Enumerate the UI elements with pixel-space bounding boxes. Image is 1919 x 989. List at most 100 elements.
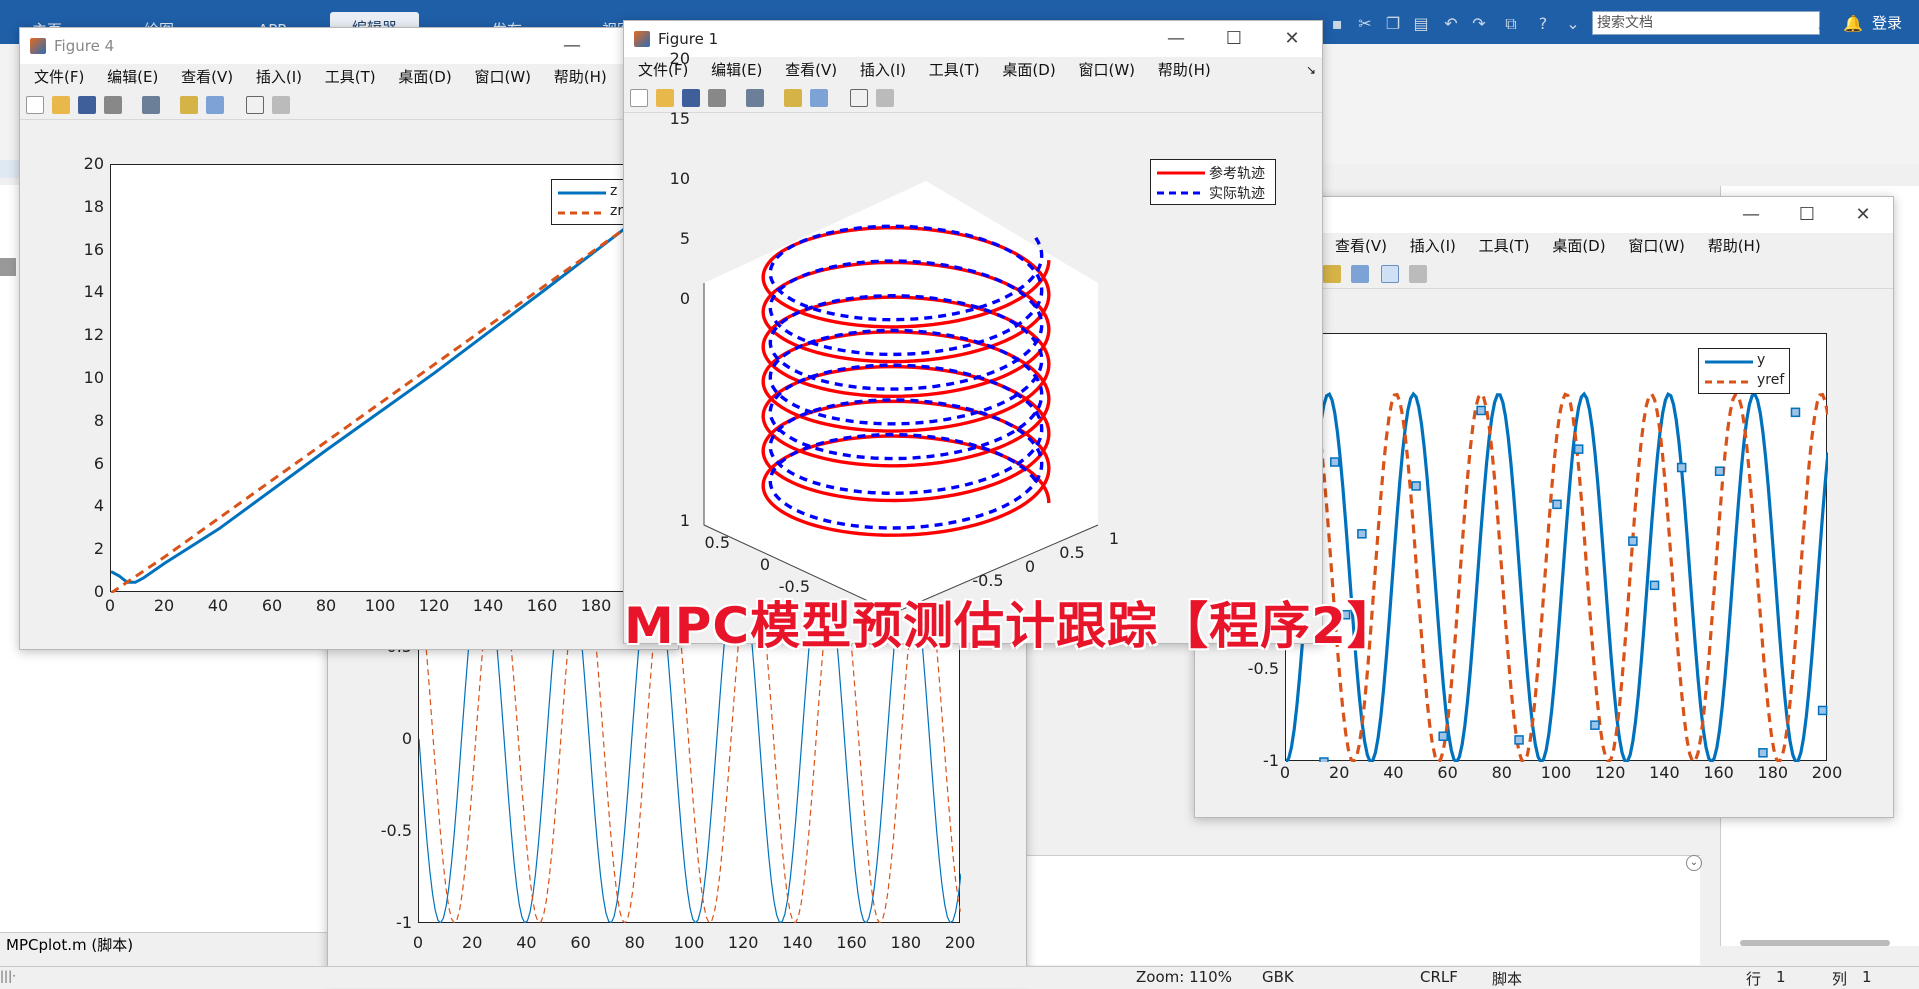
save-icon[interactable] (682, 89, 700, 107)
status-encoding: GBK (1262, 968, 1294, 986)
pointer-icon[interactable] (850, 89, 868, 107)
menu-edit[interactable]: 编辑(E) (107, 64, 158, 90)
property-inspector-icon[interactable] (272, 96, 290, 114)
menu-tools[interactable]: 工具(T) (325, 64, 376, 90)
command-window[interactable] (1000, 855, 1700, 965)
maximize-button[interactable]: ☐ (1795, 203, 1819, 227)
login-button[interactable]: 登录 (1872, 12, 1902, 33)
save-icon[interactable] (78, 96, 96, 114)
property-inspector-icon[interactable] (1409, 265, 1427, 283)
y-tick-label: -1 (396, 913, 412, 932)
copy-icon[interactable]: ❐ (1382, 14, 1404, 34)
chevron-down-icon[interactable]: ⌄ (1686, 855, 1702, 871)
y-tick-label: 16 (83, 239, 104, 259)
x-tick-label: 200 (944, 933, 976, 952)
menu-window[interactable]: 窗口(W) (1628, 233, 1685, 259)
x-tick-label: 80 (315, 596, 337, 615)
menu-desktop[interactable]: 桌面(D) (1552, 233, 1605, 259)
menu-help[interactable]: 帮助(H) (554, 64, 607, 90)
pointer-icon[interactable] (246, 96, 264, 114)
help-icon[interactable]: ? (1532, 14, 1554, 34)
open-folder-icon[interactable] (52, 96, 70, 114)
legend-label-actual: 实际轨迹 (1209, 186, 1265, 202)
menu-help[interactable]: 帮助(H) (1158, 57, 1211, 83)
menu-view[interactable]: 查看(V) (1335, 233, 1387, 259)
colorbar-icon[interactable] (784, 89, 802, 107)
x-tick-label: 140 (472, 596, 504, 615)
x-tick-label: 80 (624, 933, 645, 952)
colorbar-icon[interactable] (1323, 265, 1341, 283)
x-tick-label: 100 (364, 596, 396, 615)
menu-help[interactable]: 帮助(H) (1708, 233, 1761, 259)
y-tick-label: 20 (83, 154, 104, 173)
close-button[interactable]: ✕ (1851, 203, 1875, 227)
maximize-button[interactable]: ☐ (1222, 27, 1246, 51)
save-icon[interactable]: ▪ (1326, 14, 1348, 34)
banner-title: MPC模型预测估计跟踪【程序2】 (624, 597, 1398, 655)
menu-desktop[interactable]: 桌面(D) (1002, 57, 1055, 83)
x-tick-label: 60 (570, 933, 591, 952)
x-tick-label: 140 (1649, 763, 1680, 782)
menu-window[interactable]: 窗口(W) (474, 64, 531, 90)
cut-icon[interactable]: ✂ (1354, 14, 1376, 34)
x-tick-label: 160 (836, 933, 867, 952)
redo-icon[interactable]: ↷ (1468, 14, 1490, 34)
figure-right-plot (1284, 391, 1830, 767)
open-folder-icon[interactable] (656, 89, 674, 107)
horizontal-scrollbar[interactable] (1740, 940, 1890, 946)
link-icon[interactable] (142, 96, 160, 114)
menu-view[interactable]: 查看(V) (785, 57, 837, 83)
undo-icon[interactable]: ↶ (1440, 14, 1462, 34)
marker-point (1411, 481, 1421, 491)
switch-windows-icon[interactable]: ⧉ (1500, 14, 1522, 34)
menu-insert[interactable]: 插入(I) (1410, 233, 1456, 259)
search-input[interactable]: 搜索文档 (1592, 11, 1820, 35)
figure4-window: Figure 4 — 文件(F) 编辑(E) 查看(V) 插入(I) 工具(T)… (19, 27, 690, 650)
menu-tools[interactable]: 工具(T) (929, 57, 980, 83)
link-icon[interactable] (746, 89, 764, 107)
minimize-button[interactable]: — (560, 34, 584, 58)
new-file-icon[interactable] (26, 96, 44, 114)
figure1-title: Figure 1 (658, 30, 719, 48)
menu-window[interactable]: 窗口(W) (1078, 57, 1135, 83)
menu-tools[interactable]: 工具(T) (1479, 233, 1530, 259)
paste-icon[interactable]: ▤ (1410, 14, 1432, 34)
minimize-button[interactable]: — (1739, 203, 1763, 227)
folder-row[interactable] (0, 258, 16, 276)
property-inspector-icon[interactable] (876, 89, 894, 107)
menu-edit[interactable]: 编辑(E) (711, 57, 762, 83)
menu-view[interactable]: 查看(V) (181, 64, 233, 90)
legend-icon[interactable] (810, 89, 828, 107)
figure4-axes: z zr (110, 164, 690, 595)
chevron-down-icon[interactable]: ⌄ (1562, 14, 1584, 34)
figure-right-legend: y yref (1698, 348, 1790, 394)
legend-icon[interactable] (206, 96, 224, 114)
menu-file[interactable]: 文件(F) (34, 64, 84, 90)
x-tick-label: 0.5 (1059, 543, 1085, 562)
status-grip-icon: |||· (0, 969, 16, 983)
menu-desktop[interactable]: 桌面(D) (398, 64, 451, 90)
minimize-button[interactable]: — (1164, 27, 1188, 51)
close-button[interactable]: ✕ (1280, 27, 1304, 51)
x-tick-label: 80 (1491, 763, 1512, 782)
search-icon[interactable]: ⌕ (1812, 14, 1834, 34)
x-tick-label: 20 (153, 596, 175, 615)
dock-arrow-icon[interactable]: ↘ (1306, 57, 1316, 83)
print-icon[interactable] (104, 96, 122, 114)
y-tick-label: -1 (1263, 751, 1279, 770)
colorbar-icon[interactable] (180, 96, 198, 114)
marker-point (1476, 405, 1486, 416)
y-tick-label: 0 (401, 729, 412, 748)
status-row-label: 行 (1746, 970, 1762, 988)
print-icon[interactable] (708, 89, 726, 107)
bell-icon[interactable]: 🔔 (1842, 14, 1864, 34)
menu-insert[interactable]: 插入(I) (860, 57, 906, 83)
menu-insert[interactable]: 插入(I) (256, 64, 302, 90)
y-tick-label: -0.5 (380, 821, 412, 840)
series-z-line (110, 228, 625, 584)
pointer-icon[interactable] (1381, 265, 1399, 283)
marker-point (1714, 466, 1725, 476)
legend-icon[interactable] (1351, 265, 1369, 283)
new-file-icon[interactable] (630, 89, 648, 107)
x-tick-label: 180 (890, 933, 922, 952)
